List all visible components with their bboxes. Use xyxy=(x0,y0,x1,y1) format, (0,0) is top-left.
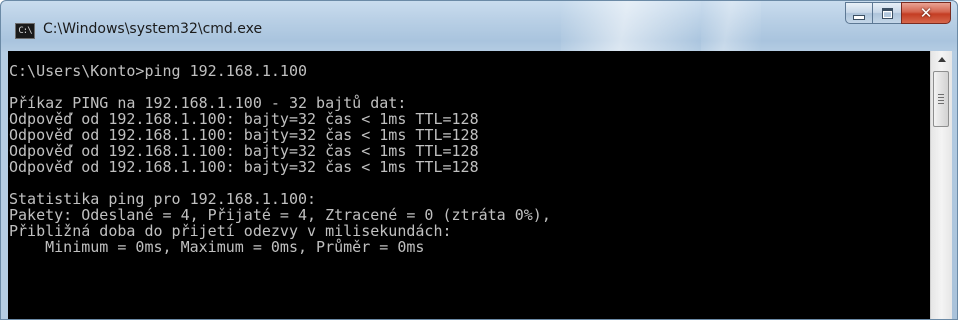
scroll-thumb[interactable] xyxy=(933,71,949,127)
minimize-icon xyxy=(853,14,865,20)
title-bar[interactable]: C:\ C:\Windows\system32\cmd.exe ✕ xyxy=(1,1,957,51)
console-line: C:\Users\Konto>ping 192.168.1.100 xyxy=(9,62,308,80)
vertical-scrollbar[interactable] xyxy=(930,51,952,319)
caption-buttons: ✕ xyxy=(845,2,951,26)
title-bar-glass-highlight xyxy=(701,1,761,51)
console-line: Příkaz PING na 192.168.1.100 - 32 bajtů … xyxy=(9,94,407,112)
console-output[interactable]: C:\Users\Konto>ping 192.168.1.100 Příkaz… xyxy=(8,51,930,319)
console-line: Odpověď od 192.168.1.100: bajty=32 čas <… xyxy=(9,142,479,160)
console-line: Pakety: Odeslané = 4, Přijaté = 4, Ztrac… xyxy=(9,206,551,224)
maximize-icon xyxy=(881,7,893,19)
console-line: Minimum = 0ms, Maximum = 0ms, Průměr = 0… xyxy=(9,238,425,256)
scroll-up-arrow-icon xyxy=(937,57,946,62)
grip-icon xyxy=(938,94,944,106)
cmd-window: C:\ C:\Windows\system32\cmd.exe ✕ C:\Use… xyxy=(0,0,958,320)
scroll-up-button[interactable] xyxy=(931,51,952,68)
console-line: Odpověď od 192.168.1.100: bajty=32 čas <… xyxy=(9,158,479,176)
close-icon: ✕ xyxy=(919,4,933,22)
maximize-button[interactable] xyxy=(872,2,902,24)
window-frame-right xyxy=(952,51,957,319)
window-title: C:\Windows\system32\cmd.exe xyxy=(43,21,263,37)
title-bar-glass-highlight xyxy=(561,1,701,51)
console-line: Odpověď od 192.168.1.100: bajty=32 čas <… xyxy=(9,126,479,144)
minimize-button[interactable] xyxy=(845,2,873,24)
close-button[interactable]: ✕ xyxy=(901,2,951,24)
console-line: Přibližná doba do přijetí odezvy v milis… xyxy=(9,222,452,240)
console-line: Statistika ping pro 192.168.1.100: xyxy=(9,190,317,208)
cmd-app-icon[interactable]: C:\ xyxy=(15,23,35,39)
console-line: Odpověď od 192.168.1.100: bajty=32 čas <… xyxy=(9,110,479,128)
